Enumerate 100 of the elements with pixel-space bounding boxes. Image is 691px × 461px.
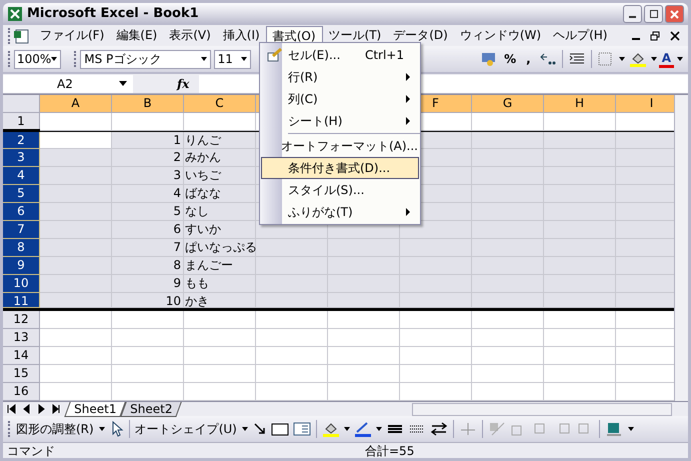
menu-item[interactable]: シート(H) — [261, 110, 419, 132]
rectangle-icon[interactable] — [270, 421, 289, 437]
caret-icon[interactable] — [676, 57, 683, 61]
restore-workbook-icon[interactable] — [650, 30, 660, 40]
menu-item[interactable]: ツール(T) — [322, 26, 388, 45]
autoshapes-button[interactable]: オートシェイプ(U) — [132, 420, 239, 438]
menu-item[interactable]: ウィンドウ(W) — [454, 26, 548, 45]
row-header[interactable]: 9 — [3, 257, 40, 275]
caret-icon[interactable] — [242, 427, 248, 431]
close-button[interactable] — [665, 5, 684, 23]
row-header[interactable]: 4 — [3, 167, 40, 185]
row-header[interactable]: 5 — [3, 185, 40, 203]
menu-item[interactable]: 編集(E) — [110, 26, 164, 45]
draw-menu-button[interactable]: 図形の調整(R) — [14, 420, 96, 438]
minimize-button[interactable] — [623, 5, 642, 23]
row-header[interactable]: 6 — [3, 203, 40, 221]
menu-item[interactable]: 表示(V) — [163, 26, 217, 45]
cell-text: 4 — [173, 186, 181, 200]
minimize-workbook-icon[interactable] — [632, 38, 640, 40]
row-header[interactable]: 11 — [3, 293, 40, 308]
comma-style-button[interactable]: , — [520, 50, 537, 68]
arrow-icon[interactable] — [252, 421, 267, 437]
cell-text: なし — [185, 203, 209, 220]
fill-color-icon[interactable] — [628, 51, 647, 67]
fill-color-icon[interactable] — [322, 421, 340, 437]
column-header[interactable]: A — [40, 95, 112, 113]
close-workbook-icon[interactable] — [670, 30, 680, 40]
increase-decimal-icon[interactable] — [538, 51, 557, 67]
caret-icon[interactable] — [344, 427, 350, 431]
column-header[interactable]: B — [112, 95, 184, 113]
table-cell — [472, 275, 544, 293]
line-color-icon[interactable] — [354, 421, 372, 437]
table-cell — [472, 167, 544, 185]
caret-icon[interactable] — [376, 427, 382, 431]
menu-item[interactable]: ファイル(F) — [34, 26, 110, 45]
table-cell — [400, 257, 472, 275]
maximize-icon — [650, 10, 658, 18]
menu-item[interactable]: セル(E)... Ctrl+1 — [261, 44, 419, 66]
row-header[interactable]: 15 — [3, 365, 40, 383]
table-cell — [400, 221, 472, 239]
menu-item[interactable]: オートフォーマット(A)... — [261, 135, 419, 157]
table-cell — [472, 132, 544, 149]
3d-style-icon[interactable] — [604, 421, 623, 437]
row-header[interactable]: 2 — [3, 132, 40, 149]
menu-item[interactable]: ヘルプ(H) — [547, 26, 614, 45]
table-cell — [40, 365, 112, 383]
toolbar-grip[interactable] — [8, 421, 11, 437]
column-header[interactable]: C — [184, 95, 256, 113]
row-header[interactable]: 13 — [3, 329, 40, 347]
menu-item[interactable]: スタイル(S)... — [261, 179, 419, 201]
insert-function-button[interactable]: fx — [177, 74, 190, 92]
row-header[interactable]: 10 — [3, 275, 40, 293]
caret-icon[interactable] — [628, 427, 634, 431]
row-header[interactable]: 12 — [3, 311, 40, 329]
text-box-icon[interactable] — [292, 421, 311, 437]
menu-item[interactable]: ふりがな(T) — [261, 201, 419, 223]
column-header[interactable]: G — [472, 95, 544, 113]
row-header[interactable]: 8 — [3, 239, 40, 257]
row-header[interactable]: 7 — [3, 221, 40, 239]
table-cell — [400, 365, 472, 383]
name-box[interactable]: A2 — [3, 74, 133, 92]
table-cell — [472, 257, 544, 275]
font-dropdown[interactable]: MS Pゴシック — [80, 50, 211, 68]
spreadsheet-icon — [7, 6, 23, 22]
caret-icon[interactable] — [650, 57, 657, 61]
column-header[interactable]: H — [544, 95, 616, 113]
toolbar-grip[interactable] — [8, 28, 11, 44]
horizontal-scrollbar[interactable] — [412, 402, 672, 416]
toolbar-grip[interactable] — [74, 51, 78, 67]
table-cell — [616, 167, 674, 185]
menu-item[interactable]: 挿入(I) — [216, 26, 266, 45]
pointer-icon[interactable] — [110, 421, 124, 437]
table-cell — [112, 311, 184, 329]
caret-icon[interactable] — [98, 427, 105, 431]
column-header[interactable]: I — [616, 95, 674, 113]
sheet-tab[interactable]: Sheet1 — [64, 402, 126, 416]
row-header[interactable]: 16 — [3, 383, 40, 401]
maximize-button[interactable] — [644, 5, 663, 23]
caret-icon[interactable] — [618, 57, 625, 61]
row-header[interactable]: 3 — [3, 149, 40, 167]
sheet-tab[interactable]: Sheet2 — [120, 402, 182, 416]
cell-text: 9 — [173, 276, 181, 290]
menu-item[interactable]: 行(R) — [261, 66, 419, 88]
table-cell — [184, 311, 256, 329]
table-cell — [40, 347, 112, 365]
font-color-button[interactable]: A — [658, 50, 674, 68]
vertical-scrollbar[interactable] — [674, 95, 688, 401]
toolbar-grip[interactable] — [8, 51, 11, 67]
double-arrow-icon[interactable] — [430, 421, 448, 437]
caret-icon — [200, 57, 207, 61]
menu-item[interactable]: 条件付き書式(D)... — [261, 157, 419, 179]
menu-item[interactable]: データ(D) — [387, 26, 454, 45]
table-cell — [112, 347, 184, 365]
table-cell — [616, 185, 674, 203]
font-size-dropdown[interactable]: 11 — [214, 50, 252, 68]
percent-style-button[interactable]: % — [500, 50, 520, 68]
row-header[interactable]: 14 — [3, 347, 40, 365]
table-cell — [256, 383, 328, 401]
zoom-dropdown[interactable]: 100% — [14, 50, 62, 68]
table-cell — [400, 311, 472, 329]
